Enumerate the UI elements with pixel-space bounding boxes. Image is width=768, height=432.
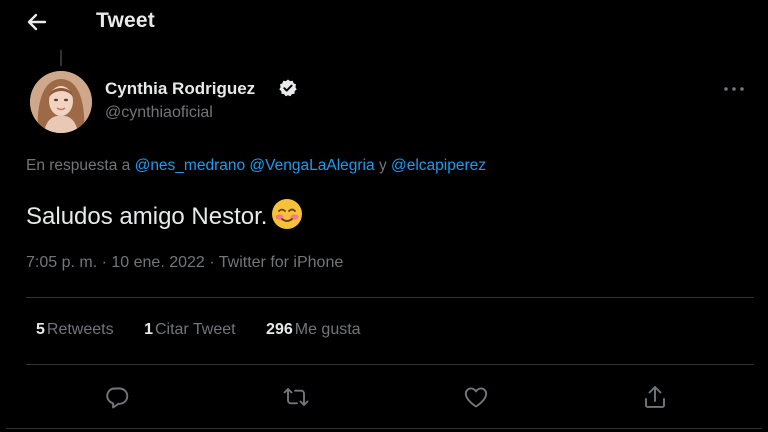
like-icon[interactable] <box>462 383 490 411</box>
tweet-source[interactable]: Twitter for iPhone <box>219 254 344 271</box>
tweet-date[interactable]: 10 ene. 2022 <box>111 254 204 271</box>
divider <box>26 364 754 365</box>
thread-connector-line <box>60 50 62 66</box>
tweet-detail-panel: Tweet Cynthia Rodriguez @cynthiaoficial … <box>6 0 762 429</box>
mention-link[interactable]: @elcapiperez <box>391 157 486 174</box>
meta-separator: · <box>101 254 107 271</box>
stat-count: 1 <box>144 321 153 338</box>
tweet-meta: 7:05 p. m. · 10 ene. 2022 · Twitter for … <box>26 254 343 272</box>
stat-count: 5 <box>36 321 45 338</box>
engagement-stats: 5 Retweets 1 Citar Tweet 296 Me gusta <box>36 321 387 339</box>
tweet-time[interactable]: 7:05 p. m. <box>26 254 97 271</box>
author-name[interactable]: Cynthia Rodriguez <box>105 79 255 99</box>
action-bar <box>6 375 762 419</box>
back-arrow-icon[interactable] <box>24 9 50 35</box>
stat-label: Citar Tweet <box>154 321 236 338</box>
meta-separator: · <box>209 254 215 271</box>
author-handle[interactable]: @cynthiaoficial <box>105 104 213 122</box>
stat-count: 296 <box>266 321 293 338</box>
reply-icon[interactable] <box>103 383 131 411</box>
verified-badge-icon <box>278 78 298 98</box>
retweet-icon[interactable] <box>282 383 310 411</box>
avatar[interactable] <box>30 71 92 133</box>
tweet-body: Saludos amigo Nestor. <box>26 198 303 231</box>
screenshot-frame: Tweet Cynthia Rodriguez @cynthiaoficial … <box>0 0 768 432</box>
reply-conjunction: y <box>378 157 387 174</box>
stat-label: Retweets <box>46 321 114 338</box>
tweet-text: Saludos amigo Nestor. <box>26 203 268 230</box>
mention-link[interactable]: @VengaLaAlegria <box>249 157 374 174</box>
stat-likes[interactable]: 296 Me gusta <box>266 321 361 338</box>
reply-context: En respuesta a @nes_medrano @VengaLaAleg… <box>26 157 486 175</box>
share-icon[interactable] <box>641 383 669 411</box>
mention-link[interactable]: @nes_medrano <box>135 157 246 174</box>
smiling-blush-emoji-icon <box>271 198 303 230</box>
stat-retweets[interactable]: 5 Retweets <box>36 321 114 338</box>
reply-prefix: En respuesta a <box>26 157 131 174</box>
page-title: Tweet <box>96 9 155 32</box>
stat-label: Me gusta <box>294 321 361 338</box>
page-header: Tweet <box>6 0 762 44</box>
stat-quote-tweets[interactable]: 1 Citar Tweet <box>144 321 236 338</box>
more-options-icon[interactable] <box>719 79 749 99</box>
divider <box>26 297 754 298</box>
